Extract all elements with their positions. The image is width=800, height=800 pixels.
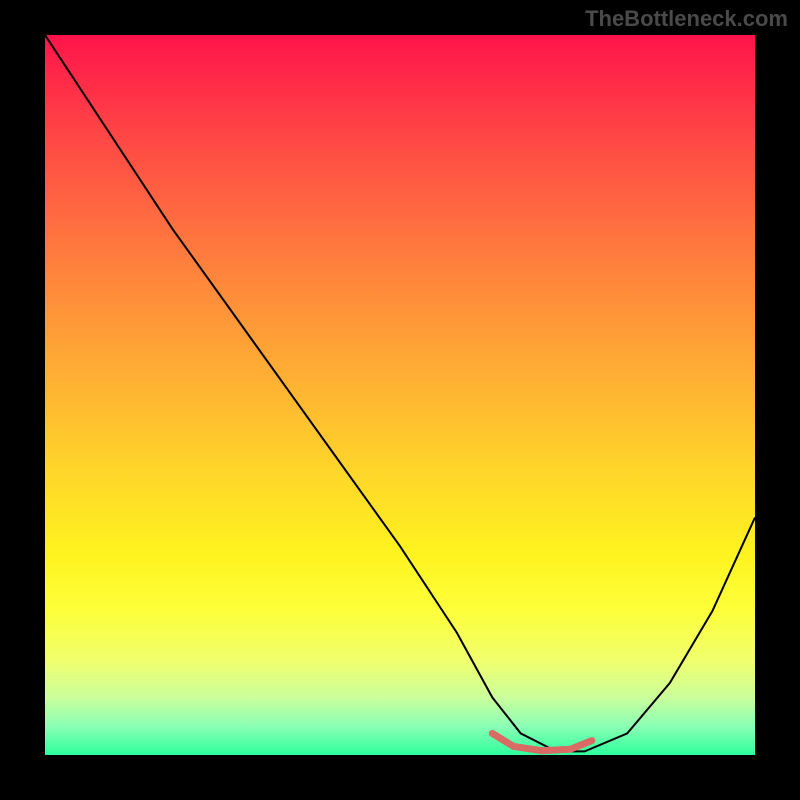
main-curve [45, 35, 755, 751]
highlight-curve [492, 733, 591, 750]
chart-container: TheBottleneck.com [0, 0, 800, 800]
watermark-text: TheBottleneck.com [585, 6, 788, 32]
chart-svg [45, 35, 755, 755]
